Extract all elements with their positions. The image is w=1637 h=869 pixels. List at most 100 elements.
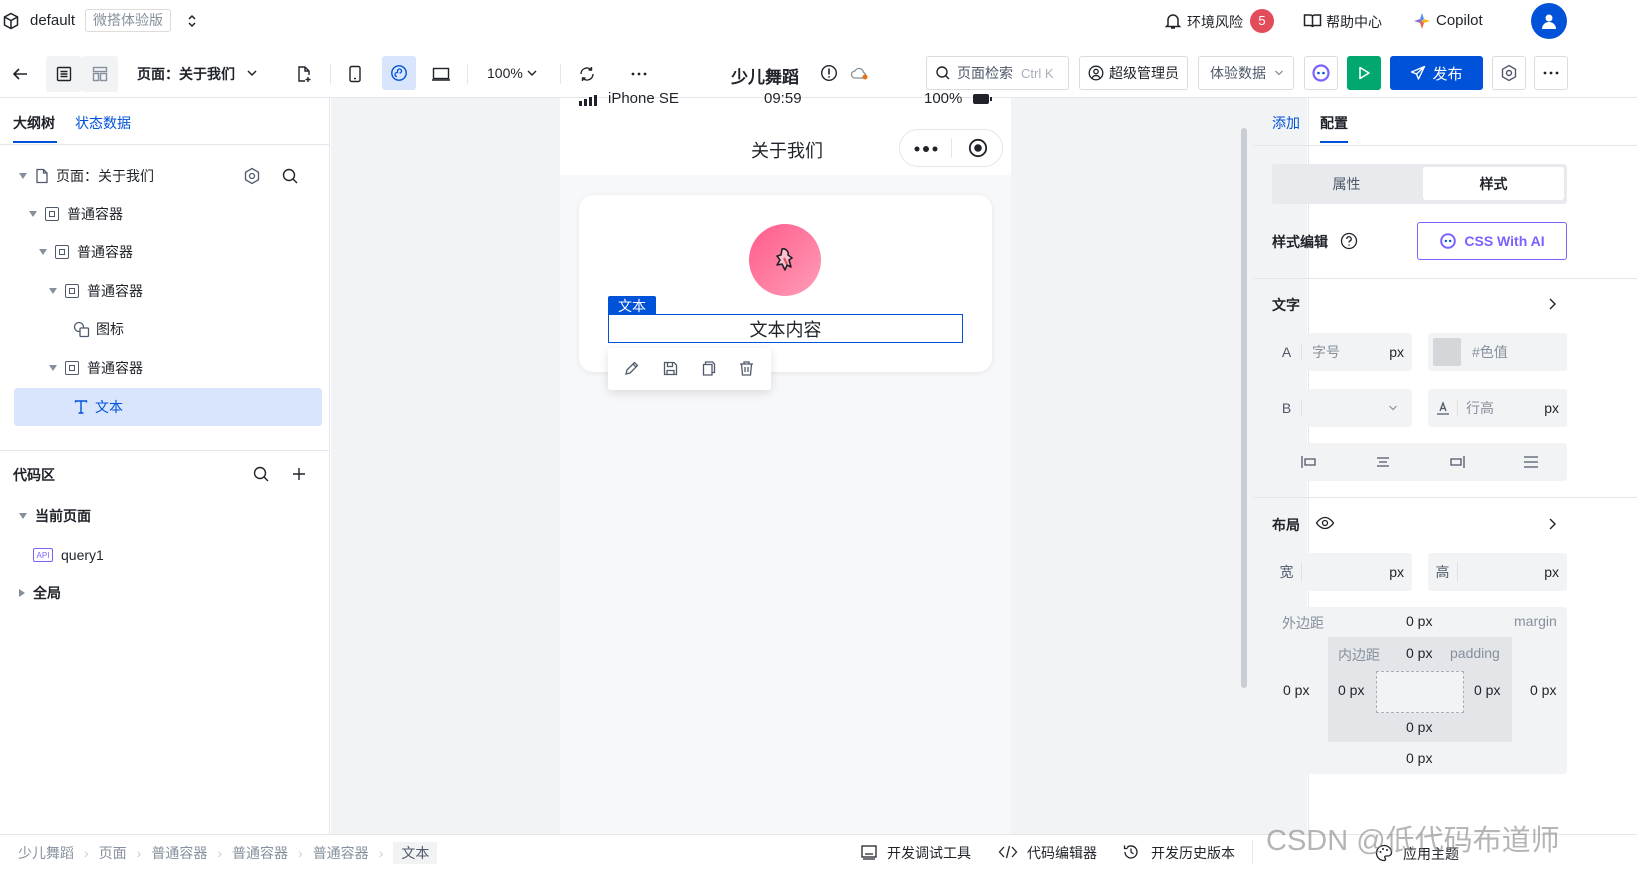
back-arrow-icon[interactable]	[8, 62, 32, 86]
capsule-more-icon[interactable]	[914, 146, 938, 152]
book-icon[interactable]	[1303, 12, 1322, 30]
tree-node-container[interactable]: 普通容器	[14, 349, 322, 387]
env-risk-label[interactable]: 环境风险	[1187, 12, 1243, 32]
padding-bottom-value[interactable]: 0 px	[1406, 719, 1432, 735]
user-avatar[interactable]	[1531, 3, 1567, 39]
refresh-icon[interactable]	[575, 62, 599, 86]
page-settings-icon[interactable]	[243, 167, 261, 185]
tree-node-container[interactable]: 普通容器	[14, 233, 322, 271]
bell-icon[interactable]	[1164, 12, 1182, 30]
code-group-global[interactable]: 全局	[14, 574, 322, 612]
breadcrumb-item[interactable]: 普通容器	[151, 843, 207, 863]
help-question-icon[interactable]	[1340, 232, 1358, 250]
add-code-icon[interactable]	[290, 465, 308, 483]
selected-text-component[interactable]: 文本内容	[608, 314, 963, 343]
dance-icon[interactable]	[749, 224, 821, 296]
eye-icon[interactable]	[1315, 515, 1335, 531]
segment-style[interactable]: 样式	[1423, 167, 1564, 200]
text-section-title[interactable]: 文字	[1272, 295, 1300, 315]
save-icon[interactable]	[662, 360, 679, 377]
tab-outline-tree[interactable]: 大纲树	[13, 113, 55, 133]
tree-node-text-selected[interactable]: 文本	[14, 388, 322, 426]
text-content[interactable]: 文本内容	[750, 316, 822, 342]
chevron-right-icon[interactable]	[1547, 517, 1557, 531]
mini-program-view-button[interactable]	[382, 56, 416, 90]
layout-button[interactable]	[82, 56, 118, 92]
tab-config[interactable]: 配置	[1320, 113, 1348, 133]
canvas-scrollbar[interactable]	[1241, 128, 1247, 688]
code-group-current-page[interactable]: 当前页面	[14, 497, 322, 535]
breadcrumb-item[interactable]: 页面	[99, 843, 127, 863]
breadcrumb-current[interactable]: 文本	[393, 842, 438, 864]
code-brackets-icon[interactable]	[998, 843, 1018, 861]
cloud-sync-icon[interactable]	[849, 62, 871, 84]
page-list-button[interactable]	[46, 56, 82, 92]
copilot-icon[interactable]	[1412, 11, 1432, 31]
font-size-field[interactable]: A 字号 px	[1272, 333, 1412, 371]
breadcrumb-item[interactable]: 普通容器	[313, 843, 369, 863]
chevron-down-icon[interactable]	[246, 68, 258, 78]
copy-icon[interactable]	[700, 360, 717, 377]
segment-properties[interactable]: 属性	[1273, 165, 1420, 203]
tree-node-container[interactable]: 普通容器	[14, 272, 322, 310]
tree-node-page[interactable]: 页面：关于我们	[14, 157, 322, 195]
new-page-icon[interactable]	[292, 62, 316, 86]
history-version-button[interactable]: 开发历史版本	[1151, 843, 1235, 863]
padding-top-value[interactable]: 0 px	[1406, 645, 1432, 661]
design-canvas[interactable]: iPhone SE 09:59 100% 关于我们 文本 文本内容	[331, 90, 1307, 834]
margin-top-value[interactable]: 0 px	[1406, 613, 1432, 629]
preview-run-button[interactable]	[1347, 56, 1381, 90]
css-with-ai-button[interactable]: CSS With AI	[1417, 222, 1567, 260]
layout-section-title[interactable]: 布局	[1272, 515, 1300, 535]
page-selector[interactable]: 页面：关于我们	[137, 64, 235, 84]
content-card[interactable]	[579, 195, 992, 372]
tree-node-container[interactable]: 普通容器	[14, 195, 322, 233]
align-right-icon[interactable]	[1448, 454, 1466, 470]
capsule-close-icon[interactable]	[968, 138, 988, 158]
warning-info-icon[interactable]	[818, 62, 840, 84]
code-editor-button[interactable]: 代码编辑器	[1027, 843, 1097, 863]
app-name[interactable]: default	[30, 12, 75, 29]
padding-right-value[interactable]: 0 px	[1474, 682, 1500, 698]
color-field[interactable]: #色值	[1428, 333, 1567, 371]
more-icon[interactable]	[627, 62, 651, 86]
publish-button[interactable]: 发布	[1390, 56, 1483, 90]
tree-node-icon[interactable]: 图标	[14, 310, 322, 348]
align-center-icon[interactable]	[1374, 454, 1392, 470]
copilot-link[interactable]: Copilot	[1436, 12, 1483, 29]
tab-add[interactable]: 添加	[1272, 113, 1300, 133]
margin-right-value[interactable]: 0 px	[1530, 682, 1556, 698]
selected-component-tag[interactable]: 文本	[608, 296, 656, 316]
debug-tool-button[interactable]: 开发调试工具	[887, 843, 971, 863]
debug-tool-icon[interactable]	[860, 843, 878, 861]
width-field[interactable]: 宽 px	[1272, 553, 1412, 591]
help-center-link[interactable]: 帮助中心	[1326, 12, 1382, 32]
code-item-query[interactable]: API query1	[14, 536, 322, 574]
code-search-icon[interactable]	[252, 465, 270, 483]
line-height-field[interactable]: 行高 px	[1428, 389, 1567, 427]
padding-left-value[interactable]: 0 px	[1338, 682, 1364, 698]
data-mode-selector[interactable]: 体验数据	[1198, 56, 1294, 90]
more-menu-button[interactable]	[1534, 56, 1568, 90]
tab-state-data[interactable]: 状态数据	[75, 113, 131, 133]
align-left-icon[interactable]	[1300, 454, 1318, 470]
ai-assistant-button[interactable]	[1304, 56, 1338, 90]
font-weight-select[interactable]: B	[1272, 389, 1412, 427]
height-field[interactable]: 高 px	[1428, 553, 1567, 591]
breadcrumb-item[interactable]: 少儿舞蹈	[18, 843, 74, 863]
desktop-view-icon[interactable]	[429, 62, 453, 86]
zoom-chevron-icon[interactable]	[526, 68, 538, 78]
mobile-view-icon[interactable]	[343, 62, 367, 86]
align-justify-icon[interactable]	[1522, 454, 1540, 470]
settings-button[interactable]	[1492, 56, 1526, 90]
margin-bottom-value[interactable]: 0 px	[1406, 750, 1432, 766]
role-selector[interactable]: 超级管理员	[1079, 56, 1188, 90]
delete-trash-icon[interactable]	[738, 360, 755, 377]
switch-app-icon[interactable]	[186, 13, 198, 29]
capsule-menu[interactable]	[899, 129, 1003, 167]
page-search-box[interactable]: 页面检索 Ctrl K	[926, 56, 1069, 90]
color-swatch[interactable]	[1433, 338, 1461, 366]
margin-left-value[interactable]: 0 px	[1283, 682, 1309, 698]
edit-pencil-icon[interactable]	[623, 360, 640, 377]
zoom-selector[interactable]: 100%	[487, 65, 523, 81]
